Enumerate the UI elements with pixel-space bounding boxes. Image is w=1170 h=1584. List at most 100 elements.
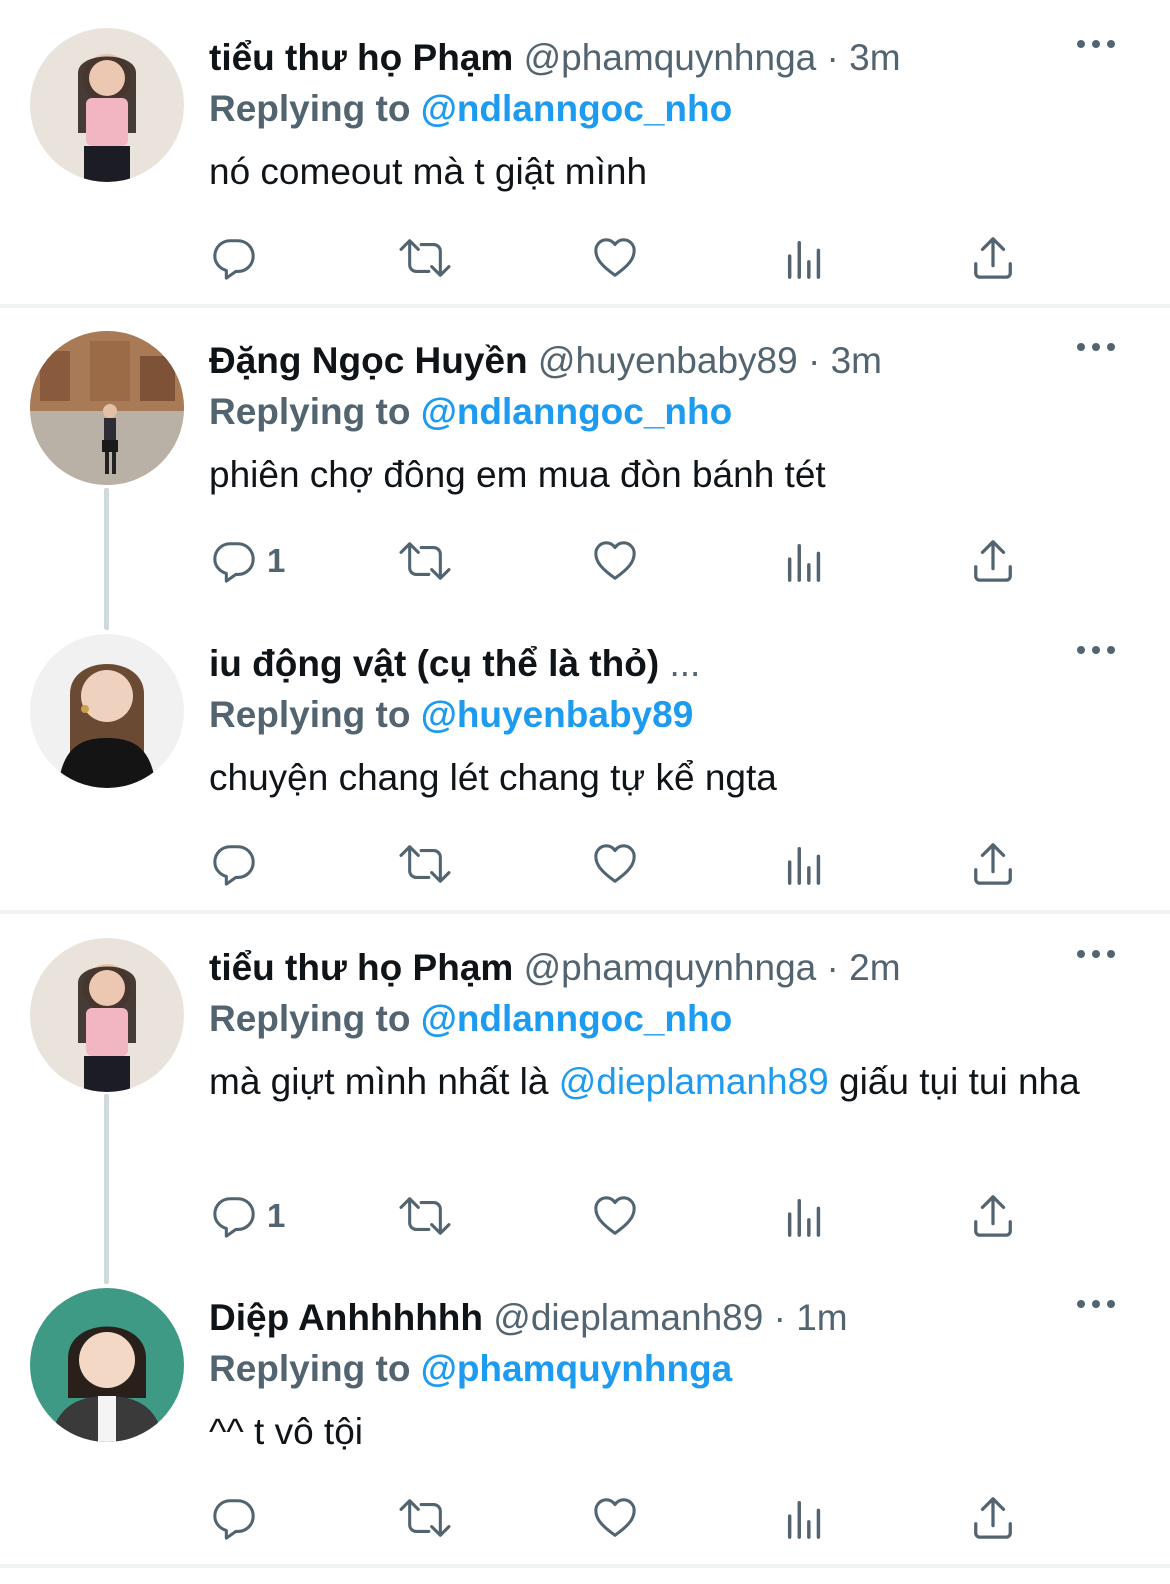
tweet-text: ^^ t vô tội (209, 1411, 363, 1452)
timestamp[interactable]: 3m (831, 340, 882, 381)
analytics-icon (782, 1495, 828, 1541)
timestamp[interactable]: 3m (849, 37, 900, 78)
retweet-button[interactable] (398, 1488, 452, 1548)
action-bar: 1 (0, 1186, 1170, 1246)
reply-mention-link[interactable]: @phamquynhnga (421, 1348, 733, 1389)
share-icon (970, 538, 1016, 584)
user-handle[interactable]: @phamquynhnga (524, 37, 817, 78)
tweet-header: Diệp Anhhhhhh @dieplamanh89 · 1m (209, 1296, 1040, 1340)
reply-button[interactable]: 1 (211, 1186, 285, 1246)
more-icon[interactable] (1076, 1298, 1116, 1318)
reply-button[interactable] (211, 834, 257, 894)
views-button[interactable] (782, 834, 828, 894)
views-button[interactable] (782, 531, 828, 591)
heart-icon (592, 1495, 638, 1541)
user-handle[interactable]: @dieplamanh89 (493, 1297, 763, 1338)
analytics-icon (782, 538, 828, 584)
replying-to: Replying to @ndlanngoc_nho (209, 997, 732, 1041)
user-handle[interactable]: @huyenbaby89 (538, 340, 798, 381)
tweet-4[interactable]: tiểu thư họ Phạm @phamquynhnga · 2m Repl… (0, 910, 1170, 1262)
share-button[interactable] (970, 1488, 1016, 1548)
share-button[interactable] (970, 228, 1016, 288)
retweet-icon (398, 235, 452, 281)
reply-icon (211, 235, 257, 281)
retweet-button[interactable] (398, 531, 452, 591)
separator-dot: · (773, 1297, 786, 1338)
replying-to-label: Replying to (209, 1348, 411, 1389)
tweet-1[interactable]: tiểu thư họ Phạm @phamquynhnga · 3m Repl… (0, 0, 1170, 304)
tweet-header: tiểu thư họ Phạm @phamquynhnga · 3m (209, 36, 1040, 80)
like-button[interactable] (592, 228, 638, 288)
views-button[interactable] (782, 1186, 828, 1246)
avatar[interactable] (30, 938, 184, 1092)
display-name[interactable]: Đặng Ngọc Huyền (209, 340, 528, 381)
replying-to: Replying to @huyenbaby89 (209, 693, 693, 737)
action-bar: 1 (0, 531, 1170, 591)
reply-icon (211, 538, 257, 584)
replying-to: Replying to @phamquynhnga (209, 1347, 732, 1391)
like-button[interactable] (592, 1488, 638, 1548)
reply-icon (211, 841, 257, 887)
views-button[interactable] (782, 228, 828, 288)
more-icon[interactable] (1076, 644, 1116, 664)
heart-icon (592, 841, 638, 887)
display-name[interactable]: tiểu thư họ Phạm (209, 947, 513, 988)
share-button[interactable] (970, 531, 1016, 591)
retweet-button[interactable] (398, 834, 452, 894)
more-icon[interactable] (1076, 948, 1116, 968)
like-button[interactable] (592, 531, 638, 591)
replying-to-label: Replying to (209, 391, 411, 432)
retweet-button[interactable] (398, 228, 452, 288)
analytics-icon (782, 235, 828, 281)
user-handle[interactable]: @phamquynhnga (524, 947, 817, 988)
separator-dot: · (807, 340, 821, 381)
avatar[interactable] (30, 331, 184, 485)
timestamp[interactable]: 1m (796, 1297, 847, 1338)
reply-mention-link[interactable]: @ndlanngoc_nho (421, 88, 733, 129)
reply-button[interactable]: 1 (211, 531, 285, 591)
avatar[interactable] (30, 28, 184, 182)
reply-mention-link[interactable]: @ndlanngoc_nho (421, 391, 733, 432)
replying-to-label: Replying to (209, 88, 411, 129)
display-name[interactable]: tiểu thư họ Phạm (209, 37, 513, 78)
avatar[interactable] (30, 1288, 184, 1442)
retweet-button[interactable] (398, 1186, 452, 1246)
reply-count: 1 (267, 542, 286, 579)
text-mention-link[interactable]: @dieplamanh89 (559, 1061, 829, 1102)
share-icon (970, 235, 1016, 281)
timestamp[interactable]: 2m (849, 947, 900, 988)
reply-icon (211, 1495, 257, 1541)
heart-icon (592, 235, 638, 281)
display-name[interactable]: Diệp Anhhhhhh (209, 1297, 483, 1338)
tweet-header: Đặng Ngọc Huyền @huyenbaby89 · 3m (209, 339, 1040, 383)
tweet-header: iu động vật (cụ thể là thỏ) ... (209, 642, 1040, 686)
like-button[interactable] (592, 1186, 638, 1246)
share-button[interactable] (970, 1186, 1016, 1246)
retweet-icon (398, 538, 452, 584)
reply-button[interactable] (211, 228, 257, 288)
tweet-2[interactable]: Đặng Ngọc Huyền @huyenbaby89 · 3m Replyi… (0, 303, 1170, 607)
action-bar (0, 1488, 1170, 1548)
replying-to: Replying to @ndlanngoc_nho (209, 390, 732, 434)
display-name[interactable]: iu động vật (cụ thể là thỏ) (209, 643, 659, 684)
reply-mention-link[interactable]: @ndlanngoc_nho (421, 998, 733, 1039)
share-button[interactable] (970, 834, 1016, 894)
action-bar (0, 228, 1170, 288)
tweet-header: tiểu thư họ Phạm @phamquynhnga · 2m (209, 946, 1040, 990)
more-icon[interactable] (1076, 38, 1116, 58)
tweet-text: chuyện chang lét chang tự kể ngta (209, 757, 777, 798)
tweet-5[interactable]: Diệp Anhhhhhh @dieplamanh89 · 1m Replyin… (0, 1260, 1170, 1564)
like-button[interactable] (592, 834, 638, 894)
tweet-3[interactable]: iu động vật (cụ thể là thỏ) ... Replying… (0, 606, 1170, 910)
views-button[interactable] (782, 1488, 828, 1548)
reply-button[interactable] (211, 1488, 257, 1548)
action-bar (0, 834, 1170, 894)
analytics-icon (782, 841, 828, 887)
reply-icon (211, 1193, 257, 1239)
separator-dot: · (826, 37, 839, 78)
more-icon[interactable] (1076, 341, 1116, 361)
avatar[interactable] (30, 634, 184, 788)
heart-icon (592, 538, 638, 584)
reply-mention-link[interactable]: @huyenbaby89 (421, 694, 694, 735)
replies-feed: tiểu thư họ Phạm @phamquynhnga · 3m Repl… (0, 0, 1170, 1584)
